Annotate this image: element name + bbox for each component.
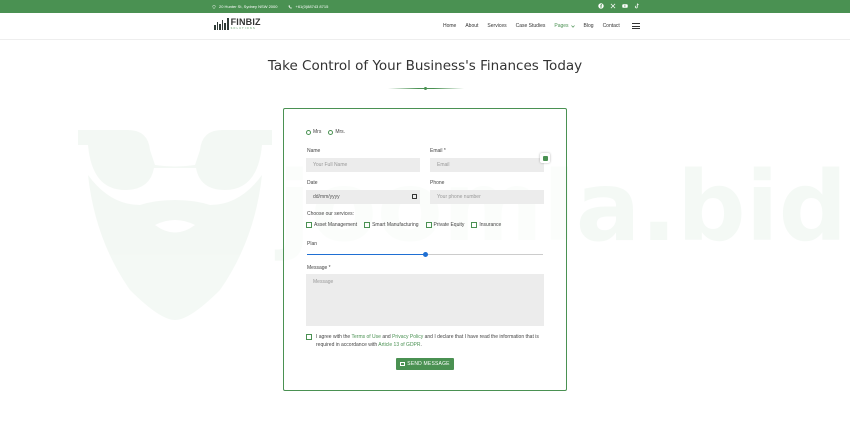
date-label: Date [307, 180, 318, 186]
slider-thumb[interactable] [423, 252, 428, 257]
plan-label: Plan [307, 241, 318, 247]
tiktok-icon[interactable] [634, 3, 640, 9]
nav-case-studies[interactable]: Case Studies [516, 23, 546, 29]
nav-contact[interactable]: Contact [603, 23, 620, 29]
radio-mrs-dot[interactable]: Mrs. [328, 129, 345, 135]
nav-pages[interactable]: Pages [554, 23, 575, 29]
plan-slider[interactable] [307, 252, 543, 257]
agree-consent: I agree with the Terms of Use and Privac… [306, 333, 546, 349]
calendar-icon[interactable] [412, 194, 417, 199]
salutation-group: Mrs Mrs. [306, 129, 345, 135]
topbar: 20 Hunter St, Sydney NSW 2000 +61(0)8874… [0, 0, 850, 13]
services-group: Asset Management Smart Manufacturing Pri… [306, 222, 501, 228]
message-textarea[interactable]: Message [306, 274, 544, 326]
phone-icon [289, 4, 293, 8]
logo-sub: SOLUTIONS [230, 27, 256, 30]
chevron-down-icon [570, 24, 575, 28]
nav-about[interactable]: About [465, 23, 478, 29]
logo-bars-icon [214, 18, 229, 31]
service-label: Asset Management [314, 222, 358, 228]
email-input[interactable]: Email [430, 158, 544, 172]
terms-link[interactable]: Terms of Use [352, 334, 381, 340]
send-label: SEND MESSAGE [407, 361, 450, 367]
name-label: Name [307, 148, 321, 154]
service-label: Insurance [479, 222, 502, 228]
nav-blog[interactable]: Blog [584, 23, 594, 29]
radio-mrs-dot-label: Mrs. [335, 129, 346, 135]
name-input[interactable]: Your Full Name [306, 158, 420, 172]
title-divider [388, 86, 464, 90]
agree-and: and [380, 334, 393, 340]
main-nav: Home About Services Case Studies Pages B… [443, 23, 620, 29]
social-links [598, 3, 640, 9]
location-pin-icon [212, 4, 216, 9]
slider-fill [307, 254, 425, 256]
checkbox[interactable] [306, 222, 312, 228]
service-asset-management[interactable]: Asset Management [306, 222, 357, 228]
phone-input[interactable]: Your phone number [430, 190, 544, 204]
email-label: Email * [430, 148, 446, 154]
service-label: Smart Manufacturing [372, 222, 419, 228]
nav-home[interactable]: Home [443, 23, 456, 29]
nav-services[interactable]: Services [487, 23, 506, 29]
message-placeholder: Message [313, 279, 334, 285]
gdpr-link[interactable]: Article 13 of GDPR [378, 342, 420, 348]
email-placeholder: Email [437, 162, 450, 168]
service-private-equity[interactable]: Private Equity [425, 222, 465, 228]
radio-circle[interactable] [306, 129, 311, 135]
agree-checkbox[interactable] [306, 334, 312, 340]
site-header: FINBIZ SOLUTIONS Home About Services Cas… [0, 13, 850, 40]
checkbox[interactable] [471, 222, 478, 228]
message-label: Message * [307, 265, 331, 271]
logo[interactable]: FINBIZ SOLUTIONS [214, 18, 261, 31]
nav-pages-label: Pages [554, 23, 569, 29]
service-smart-manufacturing[interactable]: Smart Manufacturing [364, 222, 419, 228]
form-widget-icon[interactable] [540, 153, 550, 163]
service-label: Private Equity [433, 222, 465, 228]
envelope-icon [400, 362, 406, 366]
logo-brand: FINBIZ [230, 17, 261, 27]
youtube-icon[interactable] [622, 3, 628, 9]
menu-hamburger-icon[interactable] [632, 23, 640, 29]
agree-prefix: I agree with the [316, 334, 352, 340]
phone-placeholder: Your phone number [437, 194, 481, 200]
checkbox[interactable] [364, 222, 371, 228]
x-icon[interactable] [610, 3, 616, 9]
name-placeholder: Your Full Name [313, 162, 348, 168]
agree-end: . [420, 342, 422, 348]
send-message-button[interactable]: SEND MESSAGE [396, 358, 454, 370]
checkbox[interactable] [425, 222, 432, 228]
radio-mrs-label: Mrs [313, 129, 322, 135]
phone-label: Phone [430, 180, 445, 186]
agree-text: I agree with the Terms of Use and Privac… [316, 333, 546, 349]
address-text: 20 Hunter St, Sydney NSW 2000 [219, 4, 278, 9]
facebook-icon[interactable] [598, 3, 604, 9]
services-label: Choose our services: [307, 211, 354, 217]
date-input[interactable]: dd/mm/yyyy [306, 190, 420, 204]
page-title: Take Control of Your Business's Finances… [267, 58, 583, 74]
service-insurance[interactable]: Insurance [471, 222, 501, 228]
radio-circle[interactable] [328, 129, 334, 135]
privacy-link[interactable]: Privacy Policy [392, 334, 423, 340]
topbar-contact: 20 Hunter St, Sydney NSW 2000 +61(0)8874… [212, 4, 328, 9]
date-placeholder: dd/mm/yyyy [313, 194, 340, 200]
radio-mrs[interactable]: Mrs [306, 129, 321, 135]
topbar-address: 20 Hunter St, Sydney NSW 2000 [212, 4, 277, 9]
topbar-phone[interactable]: +61(0)88743 8715 [288, 4, 328, 9]
phone-text: +61(0)88743 8715 [295, 4, 329, 9]
